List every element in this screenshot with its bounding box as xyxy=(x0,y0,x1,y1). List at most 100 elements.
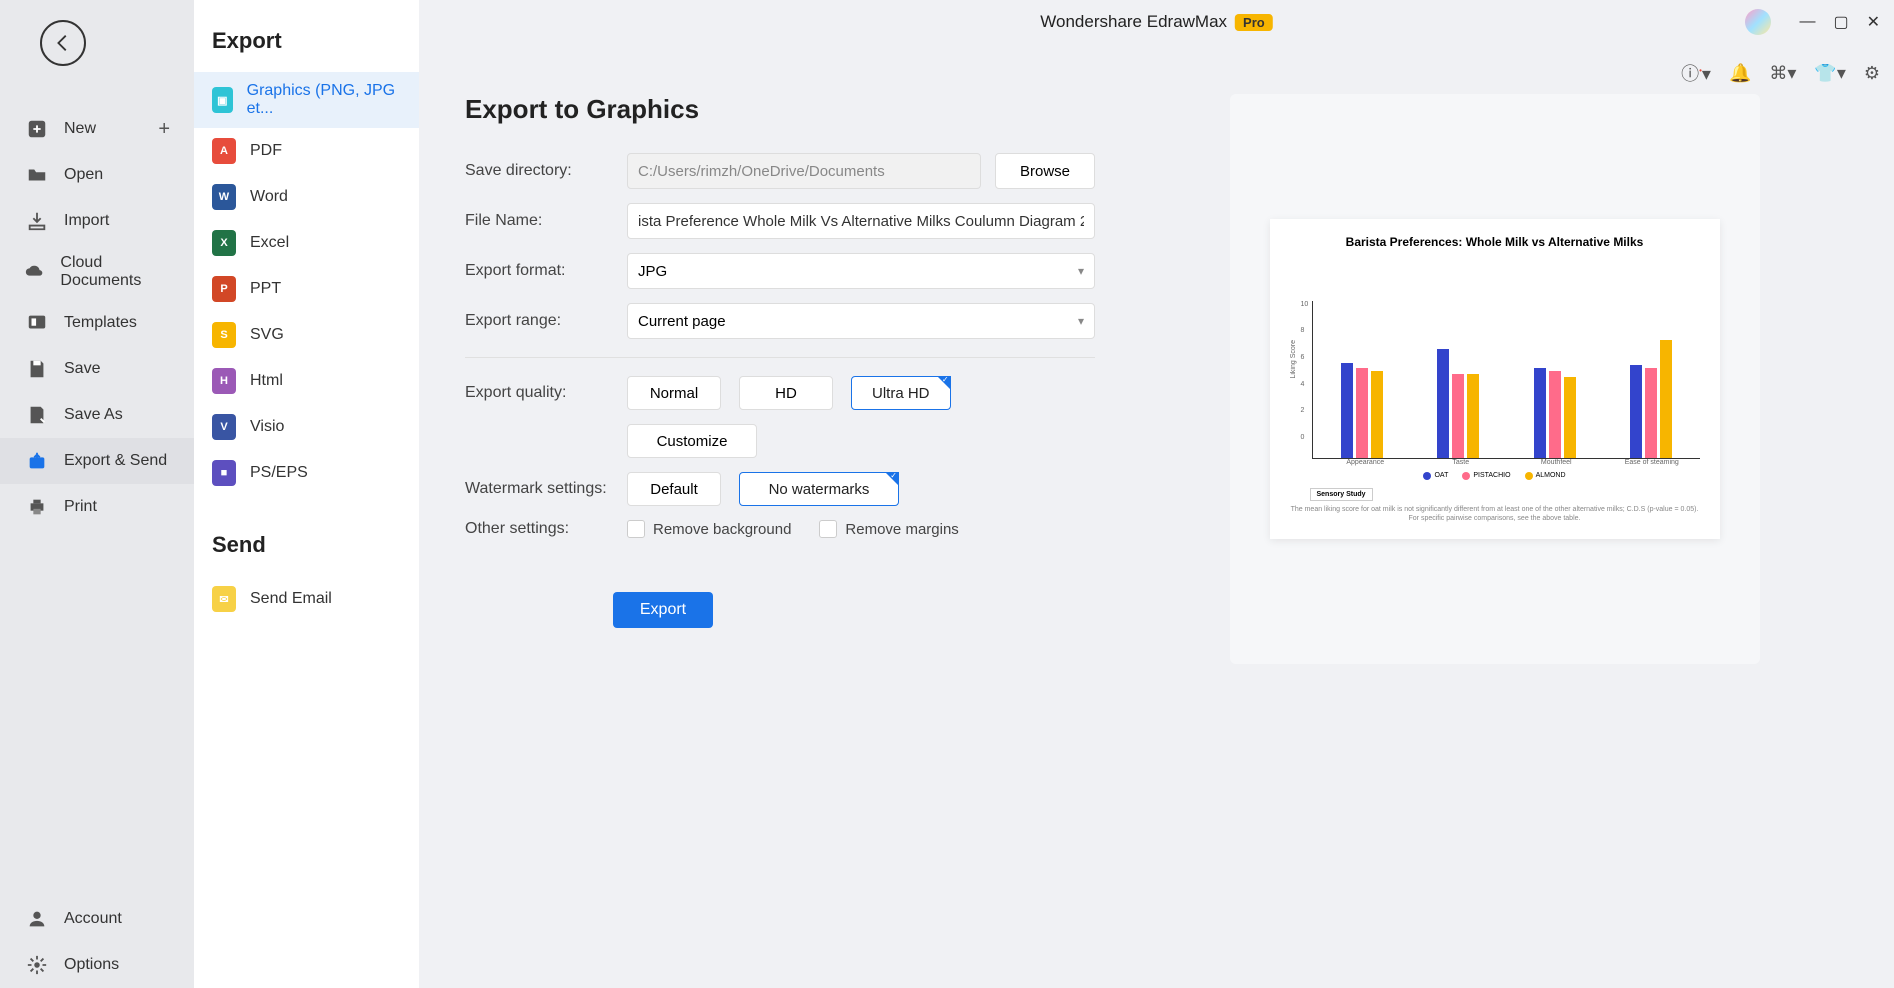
maximize-button[interactable]: ▢ xyxy=(1833,12,1848,32)
save-dir-input[interactable] xyxy=(627,153,981,189)
help-icon[interactable]: ⓘ•▾ xyxy=(1681,60,1711,86)
image-icon: ▣ xyxy=(212,87,233,113)
form-title: Export to Graphics xyxy=(465,94,1095,125)
cloud-icon xyxy=(24,259,46,285)
save-icon xyxy=(24,356,50,382)
watermark-label: Watermark settings: xyxy=(465,480,613,498)
nav-save[interactable]: Save xyxy=(0,346,194,392)
format-excel[interactable]: X Excel xyxy=(194,220,419,266)
filename-label: File Name: xyxy=(465,212,613,230)
export-button[interactable]: Export xyxy=(613,592,713,628)
watermark-none[interactable]: No watermarks xyxy=(739,472,899,506)
format-label: SVG xyxy=(250,326,284,344)
quality-customize[interactable]: Customize xyxy=(627,424,757,458)
bell-icon[interactable]: 🔔 xyxy=(1729,63,1751,84)
checkbox-icon xyxy=(627,520,645,538)
format-label: PDF xyxy=(250,142,282,160)
html-icon: H xyxy=(212,368,236,394)
word-icon: W xyxy=(212,184,236,210)
arrow-left-icon xyxy=(52,32,74,54)
range-label: Export range: xyxy=(465,312,613,330)
send-email[interactable]: ✉ Send Email xyxy=(194,576,419,622)
nav-label: Options xyxy=(64,956,119,974)
command-icon[interactable]: ⌘▾ xyxy=(1769,63,1796,84)
other-label: Other settings: xyxy=(465,520,613,538)
remove-margins-checkbox[interactable]: Remove margins xyxy=(819,520,958,538)
format-label: Export format: xyxy=(465,262,613,280)
range-select[interactable]: Current page xyxy=(627,303,1095,339)
excel-icon: X xyxy=(212,230,236,256)
minimize-button[interactable]: — xyxy=(1799,13,1815,31)
nav-templates[interactable]: Templates xyxy=(0,300,194,346)
export-form: Export to Graphics Save directory: Brows… xyxy=(465,94,1095,958)
browse-button[interactable]: Browse xyxy=(995,153,1095,189)
chart-footnote: The mean liking score for oat milk is no… xyxy=(1290,505,1700,523)
mail-icon: ✉ xyxy=(212,586,236,612)
nav-label: Cloud Documents xyxy=(60,254,170,290)
gear-icon xyxy=(24,952,50,978)
nav-label: Import xyxy=(64,212,109,230)
format-word[interactable]: W Word xyxy=(194,174,419,220)
format-svg[interactable]: S SVG xyxy=(194,312,419,358)
preview-card: Barista Preferences: Whole Milk vs Alter… xyxy=(1230,94,1760,664)
nav-label: Account xyxy=(64,910,122,928)
chart-preview: Barista Preferences: Whole Milk vs Alter… xyxy=(1270,219,1720,539)
titlebar: Wondershare EdrawMax Pro — ▢ ✕ xyxy=(419,0,1894,44)
user-icon xyxy=(24,906,50,932)
save-as-icon xyxy=(24,402,50,428)
nav-cloud-documents[interactable]: Cloud Documents xyxy=(0,244,194,300)
pro-badge: Pro xyxy=(1235,14,1273,31)
left-nav-rail: New + Open Import Cloud Documents Templa… xyxy=(0,0,194,988)
watermark-default[interactable]: Default xyxy=(627,472,721,506)
format-graphics[interactable]: ▣ Graphics (PNG, JPG et... xyxy=(194,72,419,128)
export-icon xyxy=(24,448,50,474)
nav-save-as[interactable]: Save As xyxy=(0,392,194,438)
svg-icon: S xyxy=(212,322,236,348)
format-pseps[interactable]: ■ PS/EPS xyxy=(194,450,419,496)
main-area: Wondershare EdrawMax Pro — ▢ ✕ ⓘ•▾ 🔔 ⌘▾ … xyxy=(419,0,1894,988)
nav-label: New xyxy=(64,120,96,138)
toolbar-right: ⓘ•▾ 🔔 ⌘▾ 👕▾ ⚙ xyxy=(1681,60,1880,86)
filename-input[interactable] xyxy=(627,203,1095,239)
format-label: Html xyxy=(250,372,283,390)
shirt-icon[interactable]: 👕▾ xyxy=(1814,63,1845,84)
quality-hd[interactable]: HD xyxy=(739,376,833,410)
quality-normal[interactable]: Normal xyxy=(627,376,721,410)
nav-export-send[interactable]: Export & Send xyxy=(0,438,194,484)
format-label: PS/EPS xyxy=(250,464,308,482)
format-pdf[interactable]: A PDF xyxy=(194,128,419,174)
plus-square-icon xyxy=(24,116,50,142)
format-label: Graphics (PNG, JPG et... xyxy=(247,82,401,118)
sensory-study-box: Sensory Study xyxy=(1310,488,1373,501)
back-button[interactable] xyxy=(40,20,86,66)
nav-account[interactable]: Account xyxy=(0,896,194,942)
format-select[interactable]: JPG xyxy=(627,253,1095,289)
preview-column: Barista Preferences: Whole Milk vs Alter… xyxy=(1135,94,1854,958)
chart-title: Barista Preferences: Whole Milk vs Alter… xyxy=(1290,235,1700,249)
format-html[interactable]: H Html xyxy=(194,358,419,404)
user-avatar[interactable] xyxy=(1745,9,1771,35)
settings-gear-icon[interactable]: ⚙ xyxy=(1864,63,1880,84)
form-divider xyxy=(465,357,1095,358)
quality-ultra-hd[interactable]: Ultra HD xyxy=(851,376,951,410)
format-label: PPT xyxy=(250,280,281,298)
format-ppt[interactable]: P PPT xyxy=(194,266,419,312)
remove-background-checkbox[interactable]: Remove background xyxy=(627,520,791,538)
nav-import[interactable]: Import xyxy=(0,198,194,244)
ppt-icon: P xyxy=(212,276,236,302)
export-format-panel: Export ▣ Graphics (PNG, JPG et... A PDF … xyxy=(194,0,419,988)
nav-options[interactable]: Options xyxy=(0,942,194,988)
nav-open[interactable]: Open xyxy=(0,152,194,198)
plus-icon[interactable]: + xyxy=(158,118,170,141)
close-button[interactable]: ✕ xyxy=(1867,12,1880,32)
nav-print[interactable]: Print xyxy=(0,484,194,530)
app-title: Wondershare EdrawMax xyxy=(1040,12,1227,32)
y-axis-ticks: 1086420 xyxy=(1301,301,1313,441)
nav-new[interactable]: New + xyxy=(0,106,194,152)
x-axis-labels: AppearanceTasteMouthfeelEase of steaming xyxy=(1318,459,1700,466)
nav-label: Export & Send xyxy=(64,452,167,470)
nav-label: Print xyxy=(64,498,97,516)
visio-icon: V xyxy=(212,414,236,440)
format-visio[interactable]: V Visio xyxy=(194,404,419,450)
save-dir-label: Save directory: xyxy=(465,162,613,180)
